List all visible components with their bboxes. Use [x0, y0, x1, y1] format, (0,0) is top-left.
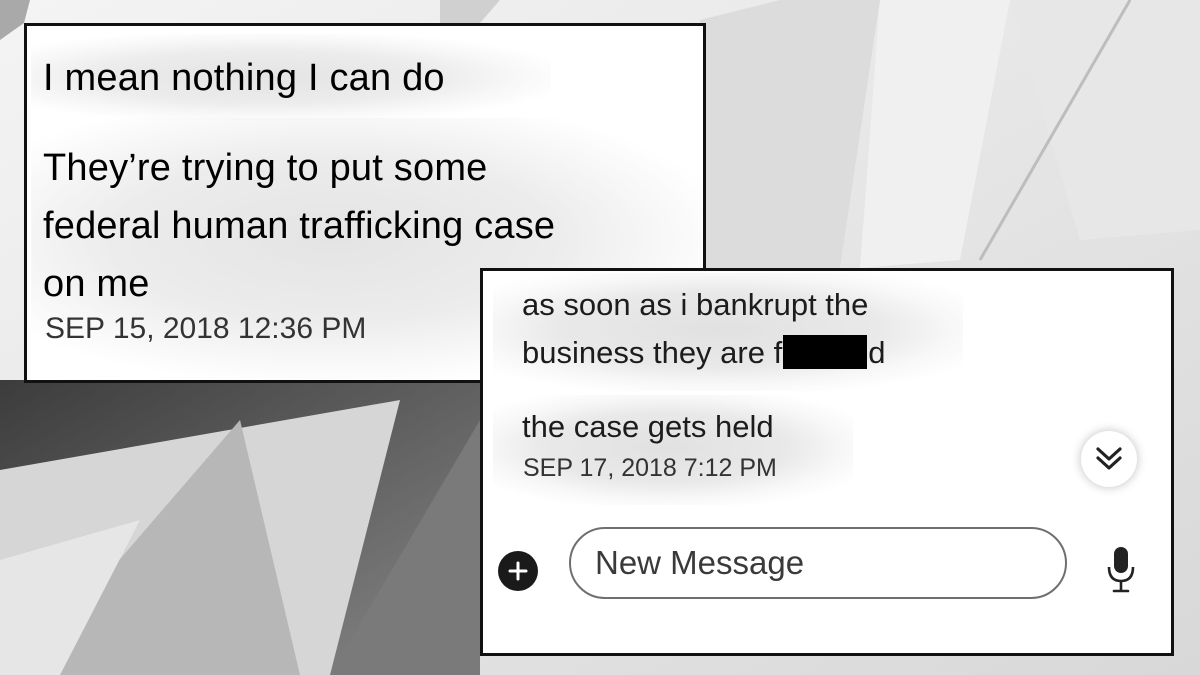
- message-screenshot-2: as soon as i bankrupt the business they …: [480, 268, 1174, 656]
- double-chevron-down-icon: [1096, 447, 1122, 470]
- scroll-to-bottom-button[interactable]: [1081, 431, 1137, 487]
- message-line: on me: [43, 263, 150, 305]
- message-text-block: They’re trying to put some federal human…: [43, 139, 555, 313]
- message-timestamp: SEP 15, 2018 12:36 PM: [45, 312, 367, 345]
- message-line: as soon as i bankrupt the: [522, 287, 869, 322]
- message-text: I mean nothing I can do: [43, 57, 445, 99]
- message-timestamp: SEP 17, 2018 7:12 PM: [523, 454, 777, 482]
- plus-circle-icon: [508, 561, 528, 581]
- add-attachment-button[interactable]: [498, 551, 538, 591]
- redaction-bar: [783, 335, 868, 369]
- new-message-input[interactable]: [569, 527, 1067, 599]
- message-line: federal human trafficking case: [43, 205, 556, 247]
- message-line: They’re trying to put some: [43, 147, 488, 189]
- message-text: the case gets held: [522, 409, 774, 444]
- message-line: business they are f d: [522, 329, 885, 377]
- message-text-after-redaction: d: [868, 335, 886, 370]
- microphone-icon[interactable]: [1105, 545, 1137, 595]
- message-text-before-redaction: business they are f: [522, 335, 783, 370]
